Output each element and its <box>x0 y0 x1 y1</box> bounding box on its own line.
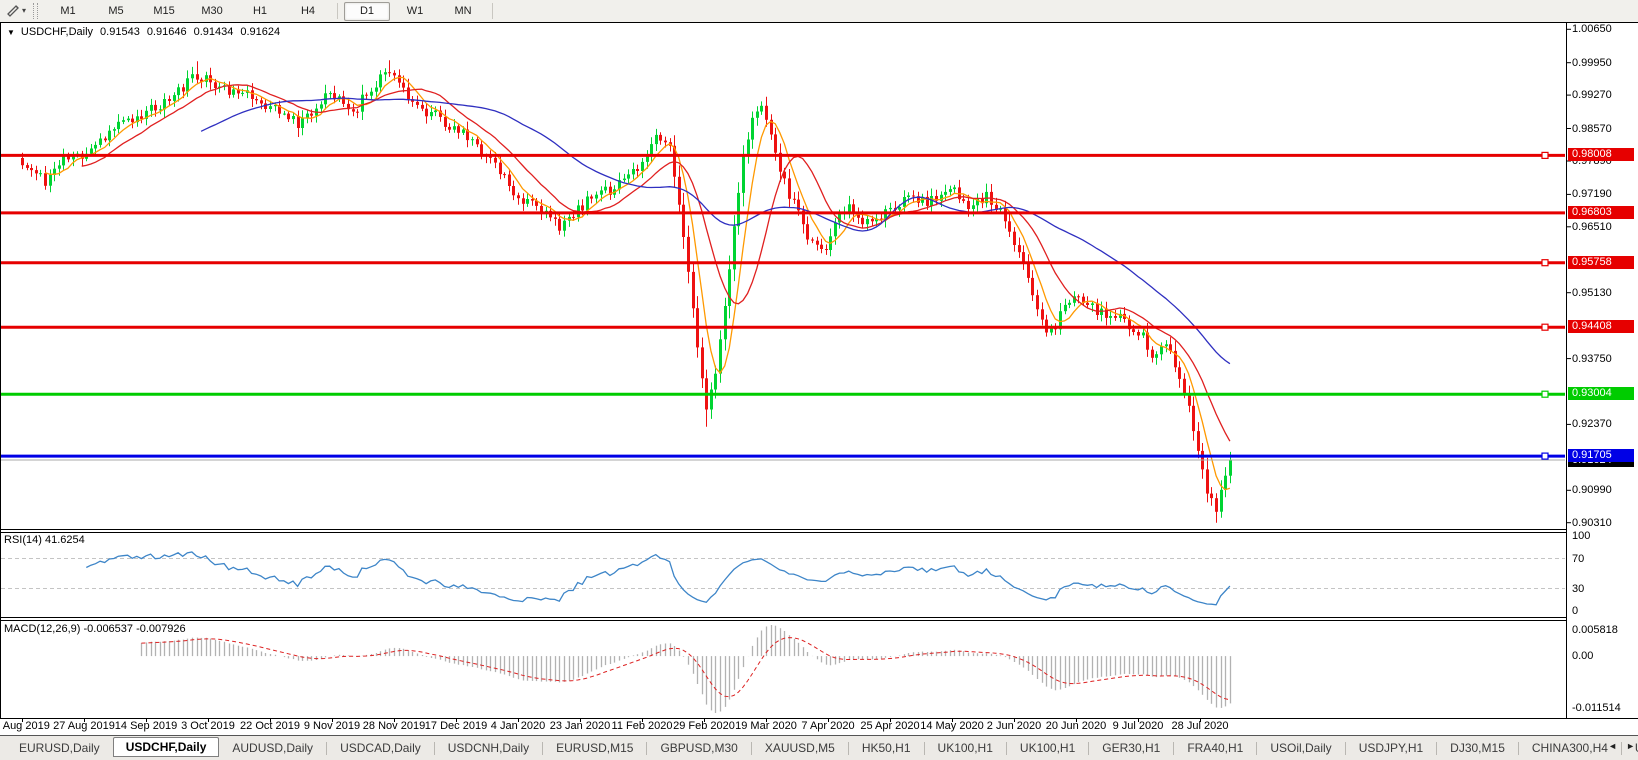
price-tick-label: 0.99950 <box>1572 56 1612 69</box>
chart-symbol-period: USDCHF,Daily <box>20 26 94 38</box>
ma-slow-line <box>200 97 1231 365</box>
date-label: 17 Dec 2019 <box>424 720 488 732</box>
date-label: 25 Apr 2020 <box>860 720 920 732</box>
ohlc-open: 0.91543 <box>100 26 140 38</box>
macd-main-value: -0.006537 <box>83 623 134 635</box>
rsi-value: 41.6254 <box>44 534 85 546</box>
ohlc-low: 0.91434 <box>193 26 234 38</box>
tab-fra40-h1[interactable]: FRA40,H1 <box>1174 738 1256 758</box>
price-tick-label: 1.00650 <box>1572 23 1612 36</box>
hline-handle-0.98008[interactable] <box>1541 151 1549 159</box>
rsi-panel-label: RSI(14) 41.6254 <box>4 534 85 546</box>
date-label: 28 Nov 2019 <box>362 720 426 732</box>
candlestick-series <box>21 60 1232 523</box>
tab-ger30-h1[interactable]: GER30,H1 <box>1089 738 1173 758</box>
hline-price-label-0.96803[interactable]: 0.96803 <box>1568 205 1634 219</box>
hline-price-label-0.91705[interactable]: 0.91705 <box>1568 449 1634 463</box>
chart-surface[interactable] <box>0 0 1638 760</box>
tab-uk100-h1[interactable]: UK100,H1 <box>925 738 1006 758</box>
tab-eurusd-m15[interactable]: EURUSD,M15 <box>543 738 646 758</box>
date-label: 2 Jun 2020 <box>986 720 1042 732</box>
hline-price-label-0.98008[interactable]: 0.98008 <box>1568 148 1634 162</box>
date-label: 14 Sep 2019 <box>114 720 178 732</box>
chart-tab-bar: EURUSD,Daily USDCHF,Daily AUDUSD,Daily USDC… <box>0 735 1638 760</box>
chart-menu-icon[interactable]: ▼ <box>7 28 15 37</box>
date-label: 27 Aug 2019 <box>53 720 115 732</box>
macd-histogram <box>140 625 1232 713</box>
chart-title: ▼ USDCHF,Daily 0.91543 0.91646 0.91434 0… <box>7 26 280 38</box>
macd-axis-max: 0.005818 <box>1572 624 1618 636</box>
price-tick-label: 0.93750 <box>1572 352 1612 365</box>
tab-dj30-m15[interactable]: DJ30,M15 <box>1437 738 1518 758</box>
date-label: 19 Mar 2020 <box>735 720 797 732</box>
macd-panel-label: MACD(12,26,9) -0.006537 -0.007926 <box>4 623 186 635</box>
price-tick-label: 0.97190 <box>1572 188 1612 201</box>
price-tick-label: 0.95130 <box>1572 286 1612 299</box>
macd-axis-zero: 0.00 <box>1572 650 1594 663</box>
hline-handle-0.91705[interactable] <box>1541 452 1549 460</box>
price-tick-label: 0.90990 <box>1572 484 1612 497</box>
date-label: 4 Jan 2020 <box>490 720 546 732</box>
tab-eurusd-daily[interactable]: EURUSD,Daily <box>6 738 113 758</box>
rsi-axis-label-0: 0 <box>1572 605 1579 617</box>
date-label: 9 Jul 2020 <box>1112 720 1164 732</box>
date-label: 28 Jul 2020 <box>1171 720 1229 732</box>
date-label: 20 Jun 2020 <box>1045 720 1107 732</box>
hline-price-label-0.95758[interactable]: 0.95758 <box>1568 255 1634 269</box>
tab-china300-h4[interactable]: CHINA300,H4 <box>1519 738 1621 758</box>
macd-signal-line <box>141 637 1230 701</box>
ma-fast-line <box>44 76 1231 491</box>
macd-axis-min: -0.011514 <box>1572 702 1621 714</box>
date-label: 14 May 2020 <box>920 720 984 732</box>
rsi-axis-label-100: 100 <box>1572 530 1591 542</box>
tab-usoil-daily[interactable]: USOil,Daily <box>1257 738 1344 758</box>
rsi-axis-label-30: 30 <box>1572 582 1585 595</box>
tab-uk100-h1[interactable]: UK100,H1 <box>1007 738 1088 758</box>
date-label: 23 Jan 2020 <box>549 720 611 732</box>
hline-handle-0.94408[interactable] <box>1541 323 1549 331</box>
hline-handle-0.93004[interactable] <box>1541 390 1549 398</box>
price-tick-label: 0.90310 <box>1572 516 1612 529</box>
price-tick-label: 0.92370 <box>1572 418 1612 431</box>
date-label: 3 Oct 2019 <box>181 720 235 732</box>
date-label: 29 Feb 2020 <box>673 720 735 732</box>
hline-price-label-0.94408[interactable]: 0.94408 <box>1568 320 1634 334</box>
tab-gbpusd-m30[interactable]: GBPUSD,M30 <box>647 738 750 758</box>
price-tick-label: 0.96510 <box>1572 220 1612 233</box>
rsi-axis-label-70: 70 <box>1572 552 1585 565</box>
tab-usdjpy-h1[interactable]: USDJPY,H1 <box>1346 738 1436 758</box>
trading-terminal: ▾ M1 M5 M15 M30 H1 H4 D1 W1 MN ▼ USDCHF,Daily 0.… <box>0 0 1638 760</box>
ohlc-high: 0.91646 <box>146 26 187 38</box>
ohlc-close: 0.91624 <box>240 26 281 38</box>
price-tick-label: 0.99270 <box>1572 89 1612 102</box>
tab-hk50-h1[interactable]: HK50,H1 <box>849 738 924 758</box>
price-tick-label: 0.98570 <box>1572 122 1612 135</box>
date-label: 8 Aug 2019 <box>0 720 50 732</box>
date-label: 9 Nov 2019 <box>303 720 361 732</box>
date-label: 22 Oct 2019 <box>240 720 300 732</box>
tab-scroll-right-icon[interactable]: ► <box>1626 741 1635 751</box>
tab-scroll-left-icon[interactable]: ◄ <box>1608 741 1617 751</box>
tab-xauusd-m5[interactable]: XAUUSD,M5 <box>752 738 848 758</box>
tab-audusd-daily[interactable]: AUDUSD,Daily <box>219 738 326 758</box>
tab-usdcnh-daily[interactable]: USDCNH,Daily <box>435 738 542 758</box>
hline-handle-0.95758[interactable] <box>1541 259 1549 267</box>
tab-usdcad-daily[interactable]: USDCAD,Daily <box>327 738 434 758</box>
rsi-line <box>86 551 1231 606</box>
macd-signal-value: -0.007926 <box>136 623 186 635</box>
tab-usdchf-daily[interactable]: USDCHF,Daily <box>112 737 220 757</box>
date-label: 11 Feb 2020 <box>611 720 673 732</box>
tab-scroll-arrows: ◄ ► <box>1608 741 1635 751</box>
hline-price-label-0.93004[interactable]: 0.93004 <box>1568 387 1634 401</box>
date-label: 7 Apr 2020 <box>801 720 855 732</box>
